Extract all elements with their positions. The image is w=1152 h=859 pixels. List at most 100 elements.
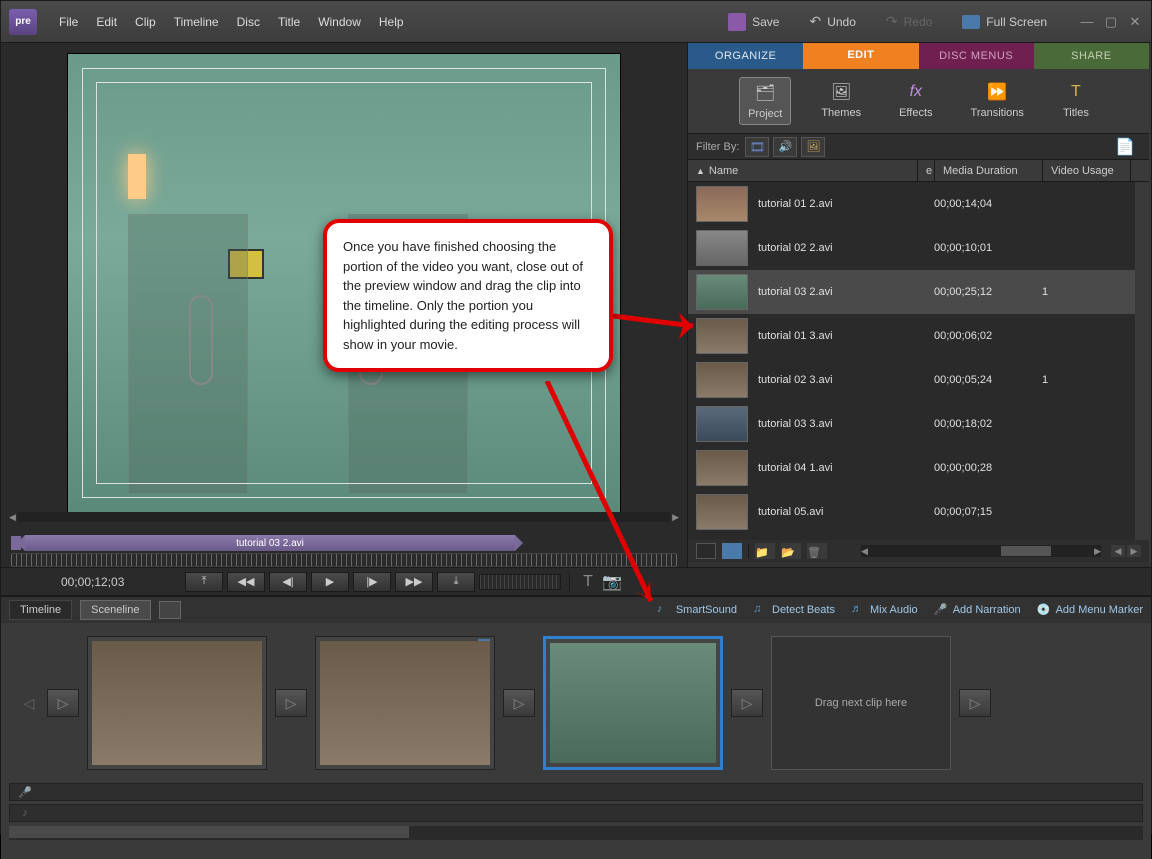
fullscreen-button[interactable]: Full Screen — [954, 11, 1055, 33]
scene-clip-2[interactable] — [315, 636, 495, 770]
scroll-right-icon[interactable]: ▶ — [1094, 546, 1101, 557]
delete-button[interactable]: 🗑 — [807, 543, 827, 559]
menu-disc[interactable]: Disc — [229, 11, 268, 33]
tool-project[interactable]: 🗂 Project — [739, 77, 791, 125]
tab-organize[interactable]: ORGANIZE — [688, 43, 803, 69]
menu-timeline[interactable]: Timeline — [166, 11, 227, 33]
trash-icon: 🗑 — [807, 547, 821, 559]
filter-video-button[interactable]: 🎞 — [745, 137, 769, 157]
close-button[interactable]: ✕ — [1127, 14, 1143, 30]
rewind-button[interactable]: ◀◀ — [227, 572, 265, 592]
menu-edit[interactable]: Edit — [88, 11, 125, 33]
sceneline-scrollbar[interactable] — [9, 826, 1143, 840]
add-menu-marker-button[interactable]: 💿Add Menu Marker — [1037, 603, 1143, 617]
add-narration-button[interactable]: 🎤Add Narration — [934, 603, 1021, 617]
menu-help[interactable]: Help — [371, 11, 412, 33]
zoom-out-button[interactable]: ◀ — [1111, 545, 1125, 557]
list-view-button[interactable] — [696, 543, 716, 559]
media-scrollbar[interactable] — [1135, 182, 1149, 540]
audio-track-narration[interactable]: 🎤 — [9, 783, 1143, 801]
media-row[interactable]: tutorial 03 3.avi00;00;18;02 — [688, 402, 1149, 446]
undo-label: Undo — [827, 15, 856, 29]
mix-audio-button[interactable]: ♬Mix Audio — [851, 603, 918, 617]
col-duration[interactable]: Media Duration — [935, 160, 1043, 181]
tool-row: 🗂 Project 🖼 Themes fx Effects ⏩ Transiti… — [688, 69, 1149, 134]
view-options-button[interactable] — [159, 601, 181, 619]
fast-fwd-button[interactable]: ▶▶ — [395, 572, 433, 592]
media-row[interactable]: tutorial 04 1.avi00;00;00;28 — [688, 446, 1149, 490]
col-middle[interactable]: e — [918, 160, 935, 181]
zoom-in-button[interactable]: ▶ — [1127, 545, 1141, 557]
open-folder-button[interactable]: 📂 — [781, 543, 801, 559]
minimize-button[interactable]: — — [1079, 14, 1095, 30]
media-row[interactable]: tutorial 03 2.avi00;00;25;121 — [688, 270, 1149, 314]
transition-slot[interactable]: ▷ — [731, 689, 763, 717]
filter-image-button[interactable]: 🖼 — [801, 137, 825, 157]
menu-clip[interactable]: Clip — [127, 11, 164, 33]
tab-share[interactable]: SHARE — [1034, 43, 1149, 69]
tool-titles[interactable]: T Titles — [1054, 77, 1098, 125]
scene-drop-target[interactable]: Drag next clip here — [771, 636, 951, 770]
snapshot-button[interactable]: 📷 — [602, 573, 622, 591]
detect-beats-button[interactable]: ♫Detect Beats — [753, 603, 835, 617]
redo-button[interactable]: ↷ Redo — [878, 9, 940, 34]
scene-clip-1[interactable] — [87, 636, 267, 770]
media-row[interactable]: tutorial 02 2.avi00;00;10;01 — [688, 226, 1149, 270]
set-out-button[interactable]: ⤓ — [437, 572, 475, 592]
new-bin-button[interactable]: 📁 — [755, 543, 775, 559]
menu-window[interactable]: Window — [310, 11, 369, 33]
col-name[interactable]: ▲Name — [688, 160, 918, 181]
tool-transitions[interactable]: ⏩ Transitions — [963, 77, 1032, 125]
tab-sceneline[interactable]: Sceneline — [80, 600, 150, 620]
scene-clip-3[interactable] — [543, 636, 723, 770]
step-fwd-button[interactable]: |▶ — [353, 572, 391, 592]
media-hscroll[interactable]: ◀ ▶ — [861, 545, 1101, 557]
filter-audio-button[interactable]: 🔊 — [773, 137, 797, 157]
save-icon — [728, 13, 746, 31]
scroll-left-icon[interactable]: ◀ — [9, 512, 16, 523]
clip-bar[interactable]: tutorial 03 2.avi — [25, 535, 515, 551]
title-tool-button[interactable]: T — [578, 573, 598, 591]
sceneline-panel: Timeline Sceneline ♪SmartSound ♫Detect B… — [1, 595, 1151, 859]
transition-slot[interactable]: ▷ — [275, 689, 307, 717]
tab-edit[interactable]: EDIT — [803, 43, 918, 69]
tab-disc-menus[interactable]: DISC MENUS — [919, 43, 1034, 69]
media-row[interactable]: tutorial 05.avi00;00;07;15 — [688, 490, 1149, 534]
undo-button[interactable]: ↶ Undo — [801, 9, 863, 34]
menu-file[interactable]: File — [51, 11, 86, 33]
scroll-left-icon[interactable]: ◀ — [861, 546, 868, 557]
media-row[interactable]: tutorial 01 2.avi00;00;14;04 — [688, 182, 1149, 226]
tool-themes[interactable]: 🖼 Themes — [813, 77, 869, 125]
media-row[interactable]: tutorial 01 3.avi00;00;06;02 — [688, 314, 1149, 358]
col-usage[interactable]: Video Usage — [1043, 160, 1131, 181]
maximize-button[interactable]: ▢ — [1103, 14, 1119, 30]
sceneline-header: Timeline Sceneline ♪SmartSound ♫Detect B… — [1, 597, 1151, 623]
preview-hscroll[interactable]: ◀ ▶ — [9, 511, 679, 523]
smartsound-button[interactable]: ♪SmartSound — [657, 603, 737, 617]
menu-title[interactable]: Title — [270, 11, 308, 33]
audio-track-soundtrack[interactable]: ♪ — [9, 804, 1143, 822]
set-in-button[interactable]: ⤒ — [185, 572, 223, 592]
icon-view-button[interactable] — [722, 543, 742, 559]
media-duration: 00;00;18;02 — [934, 418, 1042, 430]
play-button[interactable]: ▶ — [311, 572, 349, 592]
transition-slot[interactable]: ▷ — [959, 689, 991, 717]
time-ruler[interactable] — [11, 553, 677, 567]
media-thumbnail — [696, 494, 748, 530]
transition-slot[interactable]: ▷ — [503, 689, 535, 717]
tutorial-callout: Once you have finished choosing the port… — [323, 219, 613, 372]
media-row[interactable]: tutorial 02 3.avi00;00;05;241 — [688, 358, 1149, 402]
new-item-button[interactable]: 📄 — [1113, 137, 1137, 157]
timecode-display[interactable]: 00;00;12;03 — [11, 575, 181, 589]
jog-shuttle[interactable] — [479, 574, 561, 590]
step-back-button[interactable]: ◀| — [269, 572, 307, 592]
scroll-thumb[interactable] — [9, 826, 409, 838]
scroll-thumb[interactable] — [1001, 546, 1051, 556]
scroll-right-icon[interactable]: ▶ — [672, 512, 679, 523]
scroll-track[interactable] — [18, 512, 670, 522]
transition-slot[interactable]: ▷ — [47, 689, 79, 717]
save-button[interactable]: Save — [720, 9, 787, 35]
titles-icon: T — [1062, 81, 1090, 103]
tab-timeline[interactable]: Timeline — [9, 600, 72, 620]
tool-effects[interactable]: fx Effects — [891, 77, 940, 125]
